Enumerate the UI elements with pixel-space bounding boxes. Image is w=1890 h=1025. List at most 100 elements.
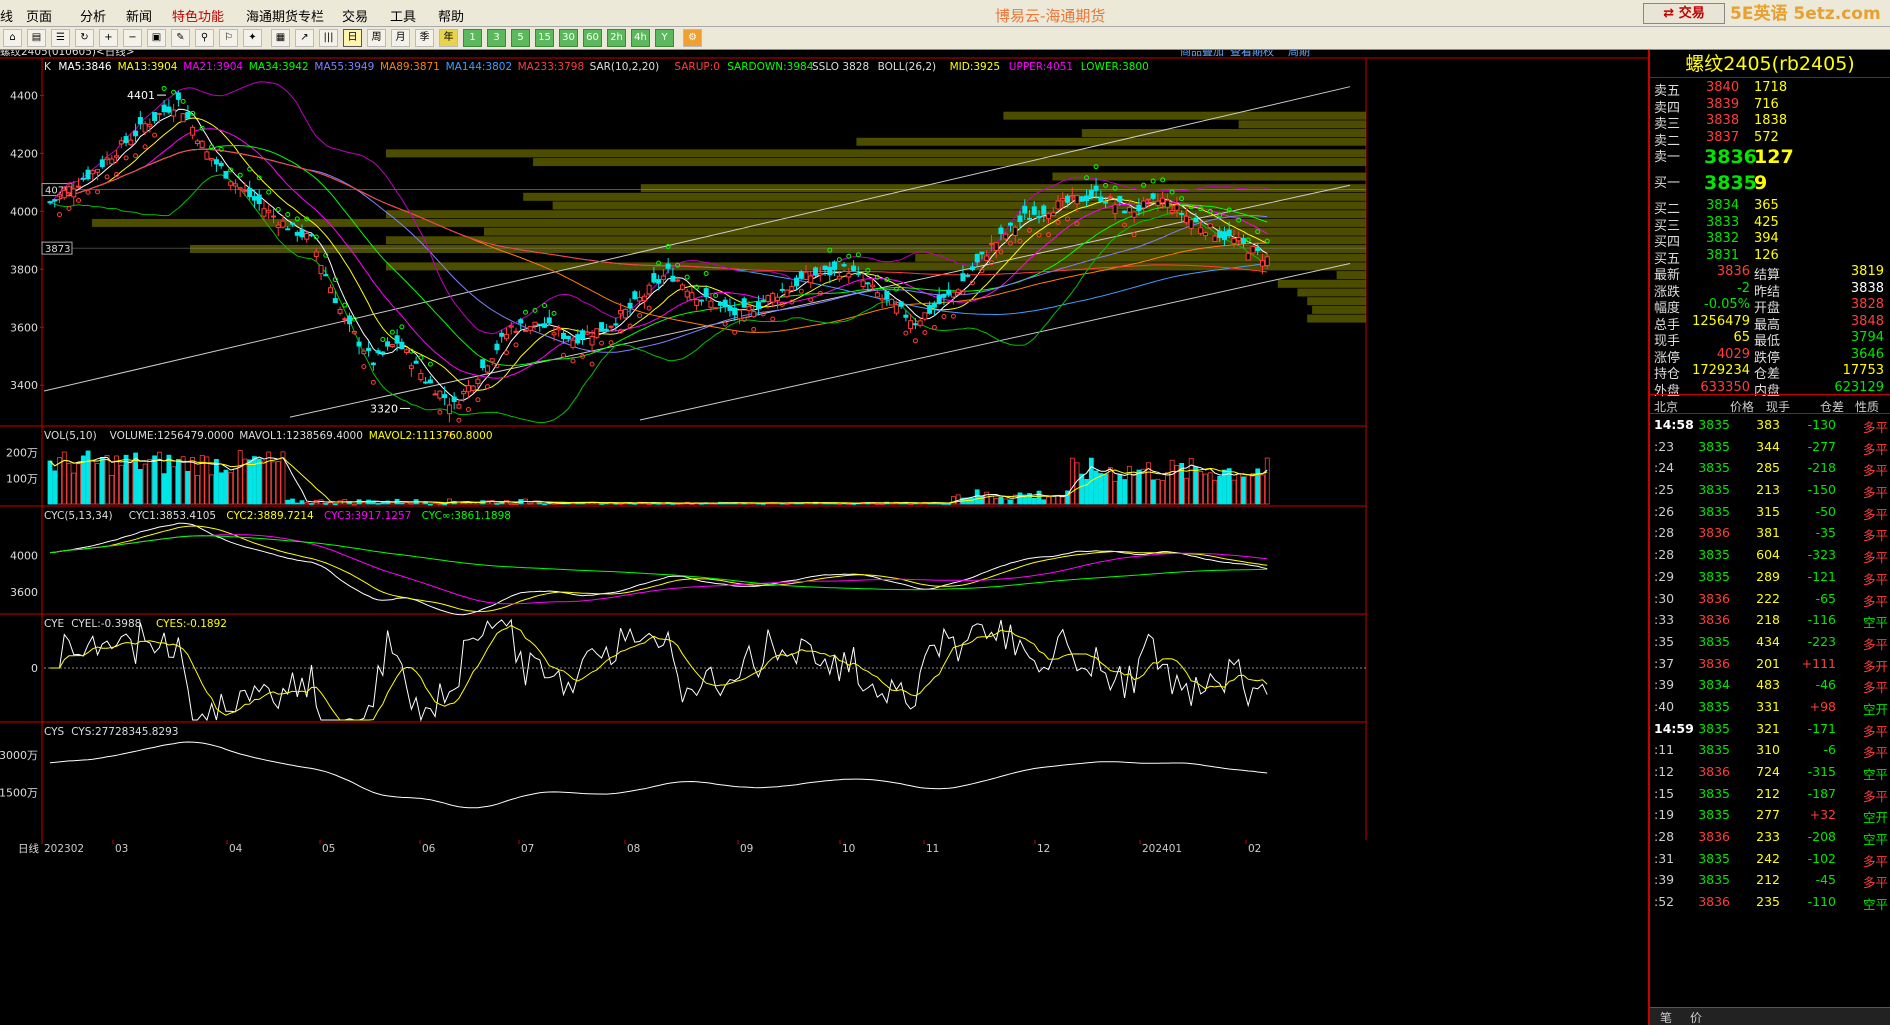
volume-bar	[1046, 496, 1051, 505]
volume-bar	[1217, 475, 1223, 505]
candle-body	[156, 112, 162, 115]
window-icon[interactable]: ▣	[147, 29, 166, 47]
volume-bar	[99, 456, 105, 505]
candle-body	[1160, 197, 1166, 204]
volume-profile-bar	[1003, 111, 1366, 120]
vol-legend-item: MAVOL1:1238569.4000	[239, 430, 363, 442]
tab-trades[interactable]: 笔	[1660, 1009, 1672, 1025]
candle-body	[332, 298, 338, 304]
volume-bar	[351, 503, 357, 506]
period-quarter-button[interactable]: 季	[415, 29, 434, 47]
menu-item-features[interactable]: 特色功能	[172, 6, 224, 25]
menu-item-trade[interactable]: 交易	[342, 6, 368, 25]
list-icon[interactable]: ☰	[51, 29, 70, 47]
volume-bar	[537, 502, 543, 505]
menu-item-help[interactable]: 帮助	[438, 6, 464, 25]
sar-dot	[950, 313, 956, 319]
bid-row: 买四 3832 394	[1650, 229, 1890, 250]
candle-body	[1217, 230, 1223, 238]
ask-volume: 572	[1754, 129, 1779, 145]
candle-body	[1122, 210, 1128, 214]
candle-body	[665, 263, 671, 269]
volume-bar	[375, 502, 381, 505]
tree-icon[interactable]: ⚲	[195, 29, 214, 47]
pin-icon[interactable]: ⚐	[219, 29, 238, 47]
sar-dot	[76, 197, 82, 203]
sar-dot	[551, 310, 557, 316]
sar-dot	[713, 293, 719, 299]
home-icon[interactable]: ⌂	[3, 29, 22, 47]
menu-item-page[interactable]: 页面	[26, 6, 52, 25]
chart-area[interactable]: 螺纹2405(010605)<日线> 商品叠加 查看期权 周期 4400 4200 4000…	[0, 50, 1648, 1025]
kline-icon[interactable]: |||	[319, 29, 338, 47]
tick-time: :28	[1654, 525, 1675, 541]
tick-price: 3835	[1698, 633, 1730, 649]
period-week-button[interactable]: 周	[367, 29, 386, 47]
candle-body	[1012, 226, 1018, 237]
zoom-in-icon[interactable]: +	[99, 29, 118, 47]
period-1min-button[interactable]: 1	[463, 29, 482, 47]
tick-nature: 多平	[1862, 593, 1888, 609]
symbol-label: 螺纹2405(010605)<日线>	[0, 50, 135, 58]
candle-body	[746, 306, 752, 311]
chart-draw-icon[interactable]: ↗	[295, 29, 314, 47]
bid-row: 买五 3831 126	[1650, 246, 1890, 267]
candle-body	[118, 140, 124, 145]
tick-time: :33	[1654, 612, 1675, 628]
candle-body	[751, 311, 757, 318]
x-axis-label: 11	[926, 843, 939, 855]
tick-time: :28	[1654, 829, 1675, 845]
volume-bar	[214, 458, 219, 505]
candle-body	[1050, 212, 1056, 217]
pen-icon[interactable]: ✎	[171, 29, 190, 47]
folder-icon[interactable]: ▤	[27, 29, 46, 47]
period-3min-button[interactable]: 3	[487, 29, 506, 47]
zoom-out-icon[interactable]: −	[123, 29, 142, 47]
volume-bar	[1084, 478, 1089, 505]
tab-price[interactable]: 价	[1690, 1009, 1702, 1025]
tick-list[interactable]: 14:58 3835 383 -130 多平:23 3835 344 -277 多平:24 383…	[1650, 414, 1890, 913]
period-5min-button[interactable]: 5	[511, 29, 530, 47]
tick-volume: 604	[1756, 547, 1780, 563]
tick-time: :24	[1654, 460, 1675, 476]
tick-volume: 331	[1756, 698, 1780, 714]
tick-nature: 空开	[1862, 701, 1888, 717]
menu-item-news[interactable]: 新闻	[126, 6, 152, 25]
volume-bar	[879, 503, 885, 505]
trade-button[interactable]: ⇄ 交易	[1643, 3, 1725, 24]
period-2h-button[interactable]: 2h	[607, 29, 626, 47]
period-month-button[interactable]: 月	[391, 29, 410, 47]
sar-dot	[599, 340, 605, 346]
volume-bar	[309, 503, 314, 505]
sar-dot	[370, 379, 376, 385]
tick-volume: 242	[1756, 850, 1780, 866]
menu-item-tools[interactable]: 工具	[390, 6, 416, 25]
table-icon[interactable]: ▦	[271, 29, 290, 47]
candle-body	[361, 350, 367, 355]
period-15min-button[interactable]: 15	[535, 29, 554, 47]
calc-icon[interactable]: ✦	[243, 29, 262, 47]
kline-chart[interactable]: 螺纹2405(010605)<日线> 商品叠加 查看期权 周期 4400 4200 4000…	[0, 50, 1648, 1025]
period-day-button[interactable]: 日	[343, 29, 362, 47]
period-year-button[interactable]: 年	[439, 29, 458, 47]
refresh-icon[interactable]: ↻	[75, 29, 94, 47]
menu-item-line[interactable]: 线	[0, 6, 13, 25]
volume-bar	[1017, 492, 1023, 505]
menu-item-haitong-column[interactable]: 海通期货专栏	[246, 6, 324, 25]
volume-bar	[1245, 474, 1251, 505]
volume-bar	[1212, 479, 1218, 505]
candle-body	[199, 140, 205, 149]
bid-price: 3833	[1706, 214, 1740, 230]
candle-body	[1174, 204, 1180, 211]
candle-body	[1079, 196, 1085, 202]
period-30min-button[interactable]: 30	[559, 29, 578, 47]
candle-body	[418, 373, 424, 381]
period-year-y-button[interactable]: Y	[655, 29, 674, 47]
candle-body	[1088, 190, 1094, 198]
candle-body	[427, 379, 433, 384]
period-60min-button[interactable]: 60	[583, 29, 602, 47]
period-4h-button[interactable]: 4h	[631, 29, 650, 47]
candle-body	[280, 220, 286, 228]
settings-icon[interactable]: ⚙	[683, 29, 702, 47]
menu-item-analysis[interactable]: 分析	[80, 6, 106, 25]
